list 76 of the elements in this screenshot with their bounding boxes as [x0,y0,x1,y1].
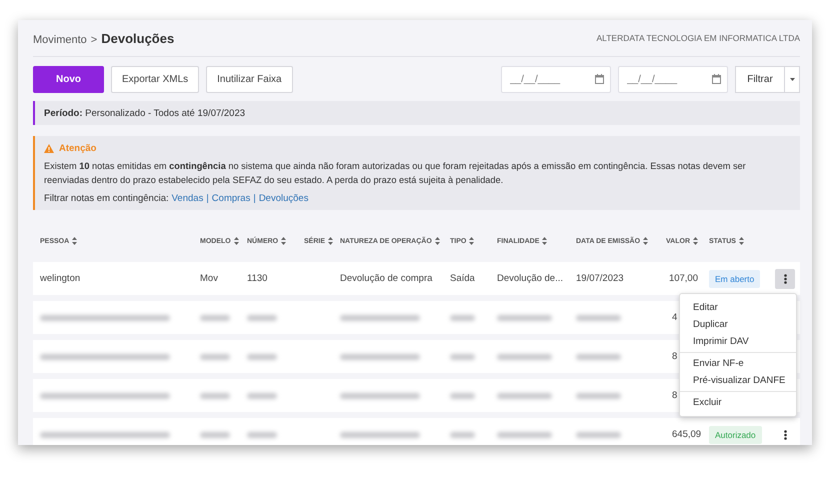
link-separator: | [206,193,209,204]
sort-icon[interactable] [234,237,239,245]
breadcrumb-link[interactable]: Movimento [33,34,87,46]
filter-button[interactable]: Filtrar [735,66,785,92]
filter-link[interactable]: Compras [212,193,250,204]
blurred-text [247,432,277,438]
menu-item[interactable]: Duplicar [680,316,796,333]
table-cell-text: Devolução de compra [340,273,434,284]
filter-link[interactable]: Vendas [172,193,204,204]
blurred-text [200,392,230,398]
blurred-text [247,314,277,320]
date-field[interactable]: __/__/____ [501,66,611,92]
blurred-text [576,392,621,398]
status-badge: Em aberto [709,270,760,288]
blurred-text [576,354,621,360]
table-cell-text: 8 [671,351,678,362]
blurred-text [497,314,552,320]
table-row[interactable]: 645,09 Autorizado [33,418,800,445]
table-cell-text: Mov [200,273,219,284]
blurred-text [497,354,552,360]
menu-item[interactable]: Editar [680,299,796,316]
link-separator: | [253,193,256,204]
sort-icon[interactable] [469,237,474,245]
blurred-text [200,432,230,438]
sort-icon[interactable] [693,237,698,245]
toolbar-button[interactable]: Inutilizar Faixa [206,66,293,92]
sort-icon[interactable] [643,237,648,245]
blurred-text [200,314,230,320]
warning-message: Existem 10 notas emitidas em contingência no sistema que ainda não foram autorizadas ou que foram rejeitadas após a emissão em contingência. Essas notas devem ser reenviadas dentro do prazo estabelecido pela SEFAZ do seu estado. A perda do prazo está sujeita à penalidade. [44,160,747,187]
table-cell-text: Devolução de... [497,273,564,284]
table-cell-text: 8 [671,390,678,401]
blurred-text [450,432,475,438]
filter-label: Filtrar notas em contingência: [44,193,169,204]
more-icon [784,430,786,440]
sort-icon[interactable] [72,237,78,245]
table-cell-text: 19/07/2023 [576,273,625,284]
blurred-text [576,432,621,438]
period-text: Período: Personalizado - Todos até 19/07/2023 [44,108,246,118]
table-cell-text: 645,09 [671,429,698,440]
blurred-text [247,354,277,360]
page-title: Devoluções [101,30,174,46]
blurred-text [450,314,475,320]
blurred-text [450,354,475,360]
sort-icon[interactable] [542,237,548,245]
table-cell-text: 4 [671,312,678,323]
table-cell-text: Saída [450,273,476,284]
sort-icon[interactable] [328,237,334,245]
menu-item[interactable]: Excluir [680,394,796,411]
sort-icon[interactable] [738,237,744,245]
blurred-text [247,392,277,398]
table-cell-text: 107,00 [668,273,698,284]
breadcrumb-separator: > [90,34,98,46]
status-badge: Autorizado [709,426,762,444]
warning-title: Atenção [59,143,96,154]
toolbar-button[interactable]: Exportar XMLs [111,66,200,92]
table-cell-text: welington [40,273,82,284]
new-button[interactable]: Novo [33,66,104,92]
caret-icon [790,78,794,80]
date-field[interactable]: __/__/____ [618,66,728,92]
blurred-text [497,432,552,438]
more-button[interactable] [775,268,795,288]
blurred-text [450,392,475,398]
calendar-icon[interactable] [595,74,604,84]
table-row[interactable]: welington Mov 1130 Devolução de compra Saída Devolução de... 19/07/2023 107,00 Em aberto [33,262,800,295]
blurred-text [576,314,621,320]
more-icon [784,274,786,284]
company-name: ALTERDATA TECNOLOGIA EM INFORMATICA LTDA [596,33,800,43]
filter-link[interactable]: Devoluções [258,193,308,204]
sort-icon[interactable] [434,237,440,245]
sort-icon[interactable] [281,237,286,245]
blurred-text [200,354,230,360]
calendar-icon[interactable] [712,74,721,84]
menu-item[interactable]: Enviar NF-e [680,355,796,372]
table-cell-text: 1130 [247,273,268,284]
warning-icon [44,144,54,153]
blurred-text [497,392,552,398]
